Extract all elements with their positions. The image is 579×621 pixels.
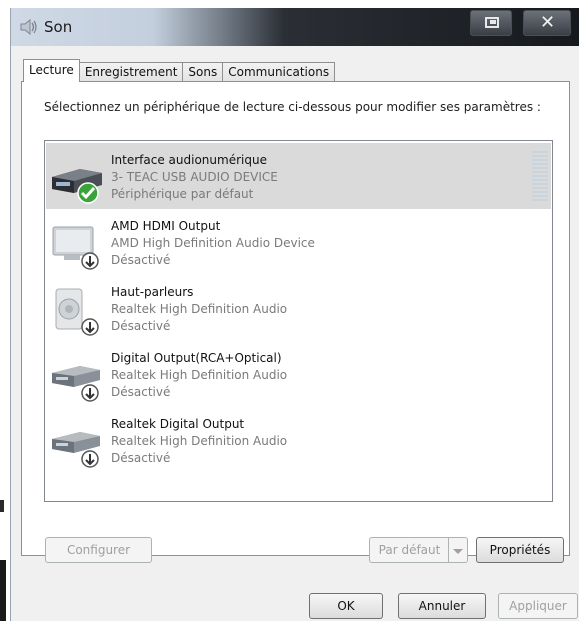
device-status: Désactivé xyxy=(111,253,171,267)
device-name: Haut-parleurs xyxy=(111,285,194,299)
volume-meter xyxy=(532,151,548,203)
device-item[interactable]: Interface audionumérique 3- TEAC USB AUD… xyxy=(46,143,551,209)
device-name: Realtek Digital Output xyxy=(111,417,245,431)
audio-interface-default-icon xyxy=(52,169,102,204)
tab-strip: Lecture Enregistrement Sons Communicatio… xyxy=(23,59,336,82)
device-list[interactable]: Interface audionumérique 3- TEAC USB AUD… xyxy=(44,140,553,502)
device-status: Désactivé xyxy=(111,451,171,465)
device-item[interactable]: Digital Output(RCA+Optical) Realtek High… xyxy=(46,341,551,407)
close-icon: ✕ xyxy=(540,12,556,33)
cancel-button[interactable]: Annuler xyxy=(398,593,486,619)
window-title: Son xyxy=(44,18,73,36)
tab-communications[interactable]: Communications xyxy=(222,62,336,82)
set-default-dropdown[interactable] xyxy=(448,537,468,563)
device-status: Périphérique par défaut xyxy=(111,187,254,201)
device-description: AMD High Definition Audio Device xyxy=(111,236,315,250)
apply-button[interactable]: Appliquer xyxy=(498,593,578,619)
background-window-edge xyxy=(0,0,9,621)
close-button[interactable]: ✕ xyxy=(523,10,571,36)
speaker-icon xyxy=(20,19,37,35)
device-name: Interface audionumérique xyxy=(111,153,267,167)
playback-panel: Sélectionnez un périphérique de lecture … xyxy=(21,81,570,556)
device-status: Désactivé xyxy=(111,319,171,333)
device-item[interactable]: Realtek Digital Output Realtek High Defi… xyxy=(46,407,551,473)
device-description: Realtek High Definition Audio xyxy=(111,434,288,448)
properties-button[interactable]: Propriétés xyxy=(476,537,564,563)
device-item[interactable]: AMD HDMI Output AMD High Definition Audi… xyxy=(46,209,551,275)
device-name: AMD HDMI Output xyxy=(111,219,221,233)
device-status: Désactivé xyxy=(111,385,171,399)
device-item[interactable]: Haut-parleurs Realtek High Definition Au… xyxy=(46,275,551,341)
monitor-disabled-icon xyxy=(52,226,99,270)
restore-icon-inner xyxy=(490,20,496,24)
sound-dialog: Son ✕ Lecture Enregistrement Sons Commun… xyxy=(10,8,579,621)
digital-output-disabled-icon xyxy=(52,432,100,468)
set-default-button[interactable]: Par défaut xyxy=(369,537,449,563)
tab-lecture[interactable]: Lecture xyxy=(23,59,80,82)
instruction-text: Sélectionnez un périphérique de lecture … xyxy=(44,100,541,114)
tab-enregistrement[interactable]: Enregistrement xyxy=(78,62,184,82)
device-description: 3- TEAC USB AUDIO DEVICE xyxy=(111,170,278,184)
title-bar[interactable]: Son ✕ xyxy=(11,8,579,46)
restore-button[interactable] xyxy=(470,10,512,36)
tab-sons[interactable]: Sons xyxy=(182,62,224,82)
configure-button[interactable]: Configurer xyxy=(45,537,152,563)
digital-output-disabled-icon xyxy=(52,366,100,402)
background-edge-mark xyxy=(0,500,4,512)
device-description: Realtek High Definition Audio xyxy=(111,302,288,316)
device-description: Realtek High Definition Audio xyxy=(111,368,288,382)
background-edge-mark xyxy=(0,560,6,621)
speaker-disabled-icon xyxy=(55,288,99,336)
ok-button[interactable]: OK xyxy=(309,593,383,619)
chevron-down-icon xyxy=(453,549,463,554)
dialog-body: Lecture Enregistrement Sons Communicatio… xyxy=(11,46,579,621)
device-name: Digital Output(RCA+Optical) xyxy=(111,351,282,365)
